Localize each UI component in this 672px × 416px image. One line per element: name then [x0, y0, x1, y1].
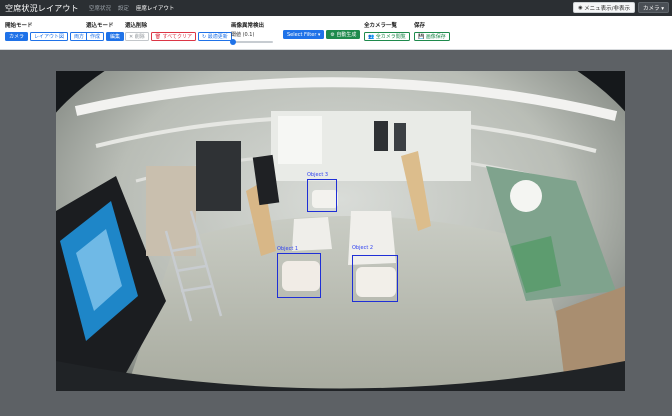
select-filter-label: Select Filter [287, 31, 317, 38]
menu-toggle-label: メニュ表示/非表示 [584, 5, 630, 12]
edit-mode-label: 選込モード [86, 23, 114, 29]
anomaly-group: 画像異常検出 閾値 (0.1) [230, 21, 273, 45]
save-image-button[interactable]: 💾 画像保存 [414, 32, 450, 41]
all-cameras-group: 全カメラ一覧 👥 全カメラ閲覧 [364, 21, 410, 41]
camera-menu-label: カメラ ▾ [642, 5, 664, 12]
auto-generate-button[interactable]: ⚙ 自動生成 [326, 30, 361, 39]
clear-all-button[interactable]: 🗑 すべてクリア [150, 32, 197, 41]
view-all-cameras-button[interactable]: 👥 全カメラ閲覧 [364, 32, 410, 41]
control-toolbar: 開始モード カメラ レイアウト図 両方 選込モード 作成 編集 選込削除 ✕ 削… [0, 16, 672, 50]
navbar-right: ◉ メニュ表示/非表示 カメラ ▾ [573, 2, 669, 13]
refresh-icon: ↻ [202, 33, 207, 40]
view-all-cameras-label: 全カメラ閲覧 [375, 34, 406, 40]
mode-layout-button[interactable]: レイアウト図 [30, 32, 69, 41]
detection-box-object-1[interactable] [277, 253, 321, 298]
nav-link-seat-layout[interactable]: 座席レイアウト [136, 4, 175, 12]
mode-camera-button[interactable]: カメラ [5, 32, 29, 41]
display-mode-group: 開始モード カメラ レイアウト図 両方 [5, 21, 89, 41]
eye-icon: ◉ [578, 4, 583, 11]
edit-button[interactable]: 編集 [106, 32, 125, 41]
camera-menu-button[interactable]: カメラ ▾ [637, 2, 669, 13]
all-cameras-label: 全カメラ一覧 [364, 23, 398, 29]
caret-down-icon: ▾ [317, 31, 321, 38]
display-mode-label: 開始モード [5, 23, 33, 29]
threshold-label: 閾値 (0.1) [231, 32, 255, 38]
delete-group: 選込削除 ✕ 削除 🗑 すべてクリア ↻ 最適更新 [125, 21, 232, 41]
people-icon: 👥 [368, 33, 375, 40]
threshold-slider-thumb[interactable] [230, 39, 236, 45]
detection-label-object-1: Object 1 [277, 246, 299, 252]
top-navbar: 空席状況レイアウト 空席状況 設定 座席レイアウト ◉ メニュ表示/非表示 カメ… [0, 0, 672, 16]
trash-icon: 🗑 [154, 33, 162, 40]
anomaly-label: 画像異常検出 [231, 23, 265, 29]
clear-all-label: すべてクリア [162, 34, 193, 40]
detection-box-object-2[interactable] [352, 255, 398, 302]
filter-group: Select Filter ▾ ⚙ 自動生成 [283, 30, 361, 39]
gear-icon: ⚙ [330, 31, 335, 38]
delete-label: 選込削除 [125, 23, 148, 29]
nav-link-vacancy[interactable]: 空席状況 [89, 4, 111, 12]
select-filter-button[interactable]: Select Filter ▾ [283, 30, 325, 39]
nav-link-settings[interactable]: 設定 [118, 4, 129, 12]
app-brand[interactable]: 空席状況レイアウト [5, 3, 79, 14]
save-label: 保存 [414, 23, 426, 29]
refresh-label: 最適更新 [207, 34, 228, 40]
edit-mode-group: 選込モード 作成 編集 [86, 21, 125, 41]
refresh-button[interactable]: ↻ 最適更新 [198, 32, 232, 41]
save-group: 保存 💾 画像保存 [414, 21, 450, 41]
detection-label-object-2: Object 2 [352, 245, 374, 251]
detection-box-object-3[interactable] [307, 179, 337, 212]
menu-toggle-button[interactable]: ◉ メニュ表示/非表示 [573, 2, 635, 13]
delete-button[interactable]: ✕ 削除 [125, 32, 149, 41]
auto-generate-label: 自動生成 [336, 32, 357, 38]
save-icon: 💾 [418, 33, 425, 40]
close-icon: ✕ [129, 33, 134, 40]
delete-button-label: 削除 [134, 34, 145, 40]
save-image-label: 画像保存 [425, 34, 446, 40]
threshold-slider[interactable] [230, 39, 273, 45]
camera-view[interactable]: Object 3 Object 1 Object 2 [56, 71, 625, 391]
detection-label-object-3: Object 3 [307, 172, 329, 178]
fisheye-camera-image [56, 71, 625, 391]
create-button[interactable]: 作成 [86, 32, 105, 41]
